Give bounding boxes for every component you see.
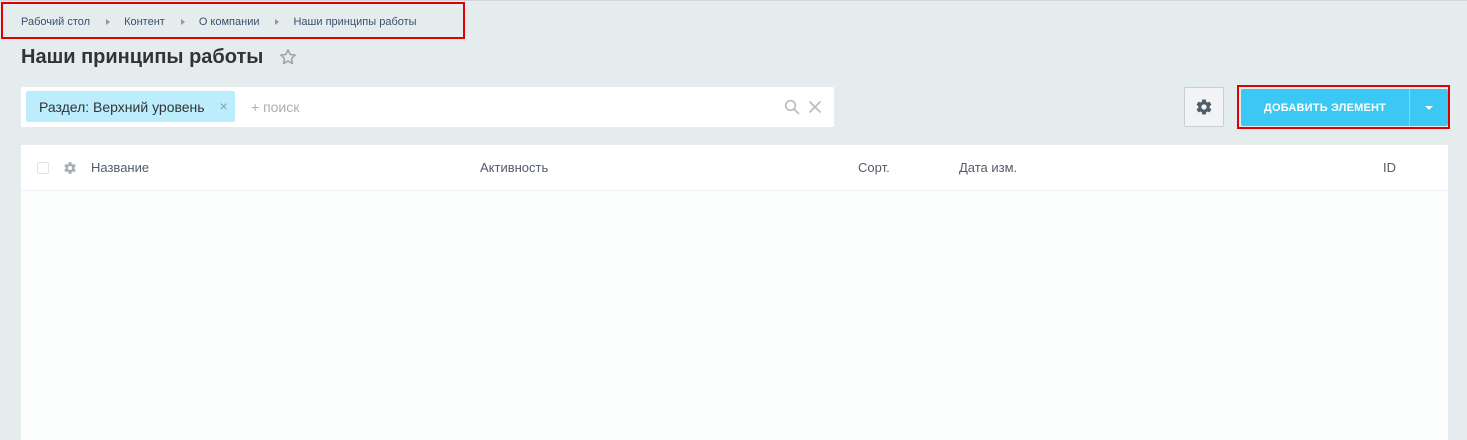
filter-chip-label: Раздел: Верхний уровень [39,98,205,115]
gear-icon [1195,98,1213,116]
column-header-name[interactable]: Название [91,160,149,175]
settings-button[interactable] [1184,87,1224,127]
breadcrumb-item-content[interactable]: Контент [124,16,165,28]
page-title: Наши принципы работы [21,45,264,68]
filter-chip-section[interactable]: Раздел: Верхний уровень × [26,91,235,122]
search-input[interactable] [251,95,771,119]
column-header-sort[interactable]: Сорт. [858,160,890,175]
gear-icon[interactable] [63,161,77,175]
star-icon[interactable] [279,48,297,66]
breadcrumb-separator-icon [275,19,280,25]
close-icon[interactable]: × [217,98,231,114]
breadcrumb-item-about-company[interactable]: О компании [199,16,260,28]
search-icon[interactable] [784,99,800,115]
page-header: Наши принципы работы [21,43,297,71]
breadcrumb: Рабочий стол Контент О компании Наши при… [21,14,417,30]
grid-header: Название Активность Сорт. Дата изм. ID [21,145,1448,191]
column-header-active[interactable]: Активность [480,160,548,175]
breadcrumb-separator-icon [106,19,111,25]
element-grid: Название Активность Сорт. Дата изм. ID [21,145,1448,440]
column-header-id[interactable]: ID [1383,160,1396,175]
chevron-down-icon [1425,105,1433,110]
column-header-modified-date[interactable]: Дата изм. [959,160,1017,175]
close-icon[interactable] [807,99,823,115]
add-element-split-button: ДОБАВИТЬ ЭЛЕМЕНТ [1241,89,1448,126]
breadcrumb-item-current[interactable]: Наши принципы работы [293,16,416,28]
add-element-menu-button[interactable] [1409,89,1448,126]
breadcrumb-item-desktop[interactable]: Рабочий стол [21,16,90,28]
add-element-button[interactable]: ДОБАВИТЬ ЭЛЕМЕНТ [1241,89,1409,126]
filter-bar[interactable]: Раздел: Верхний уровень × [21,87,834,127]
select-all-checkbox[interactable] [37,162,49,174]
breadcrumb-separator-icon [180,19,185,25]
